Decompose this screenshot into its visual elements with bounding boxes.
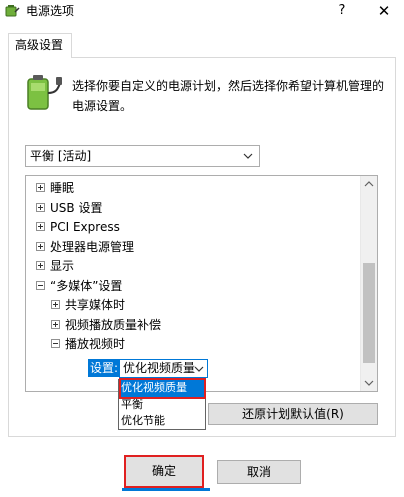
tree-item-label: 视频播放质量补偿 [65,317,162,332]
window-title: 电源选项 [26,4,75,18]
chevron-down-icon [194,366,204,372]
expand-plus-icon[interactable] [36,183,45,192]
tree-item-label: 共享媒体时 [65,298,126,312]
tree-item-label: 播放视频时 [65,337,126,351]
dropdown-option-power-saving[interactable]: 优化节能 [119,413,205,429]
title-bar: 电源选项 ? ✕ [0,0,404,26]
tree-item-label: “多媒体”设置 [50,278,123,293]
vertical-scrollbar[interactable] [360,176,377,391]
expand-plus-icon[interactable] [51,300,60,309]
tree-item-label: 睡眠 [50,181,75,195]
ok-focus-underline [122,488,210,491]
cancel-button[interactable]: 取消 [217,460,301,484]
expand-plus-icon[interactable] [36,202,45,212]
help-button[interactable]: ? [330,0,354,24]
battery-plug-icon [27,75,62,110]
chevron-down-icon [243,153,253,159]
collapse-minus-icon[interactable] [51,339,60,348]
power-plan-select[interactable]: 平衡 [活动] [25,145,260,167]
tree-item-label: USB 设置 [50,200,103,215]
description-text: 选择你要自定义的电源计划，然后选择你希望计算机管理的电源设置。 [72,79,385,113]
setting-combobox-value: 优化视频质量 [123,361,196,375]
restore-defaults-button[interactable]: 还原计划默认值(R) [208,403,378,425]
annotation-highlight-box [119,378,206,399]
tree-item-label: PCI Express [50,220,120,234]
scrollbar-thumb[interactable] [363,263,375,363]
tree-item-label: 处理器电源管理 [50,239,135,254]
scroll-down-icon[interactable] [361,374,377,391]
tab-advanced-settings[interactable]: 高级设置 [8,33,72,58]
expand-plus-icon[interactable] [36,222,45,231]
ok-button[interactable]: 确定 [124,455,204,488]
expand-plus-icon[interactable] [36,261,45,270]
power-options-icon [5,5,20,17]
expand-plus-icon[interactable] [51,319,60,329]
setting-label: 设置: [88,359,121,377]
collapse-minus-icon[interactable] [36,280,45,290]
dropdown-option-balanced[interactable]: 平衡 [119,397,205,413]
expand-plus-icon[interactable] [36,241,45,251]
setting-combobox[interactable]: 优化视频质量 [119,359,208,378]
tree-item-label: 显示 [50,259,75,273]
scroll-up-icon[interactable] [361,176,377,193]
power-plan-value: 平衡 [活动] [30,149,92,163]
close-button[interactable]: ✕ [371,0,397,24]
